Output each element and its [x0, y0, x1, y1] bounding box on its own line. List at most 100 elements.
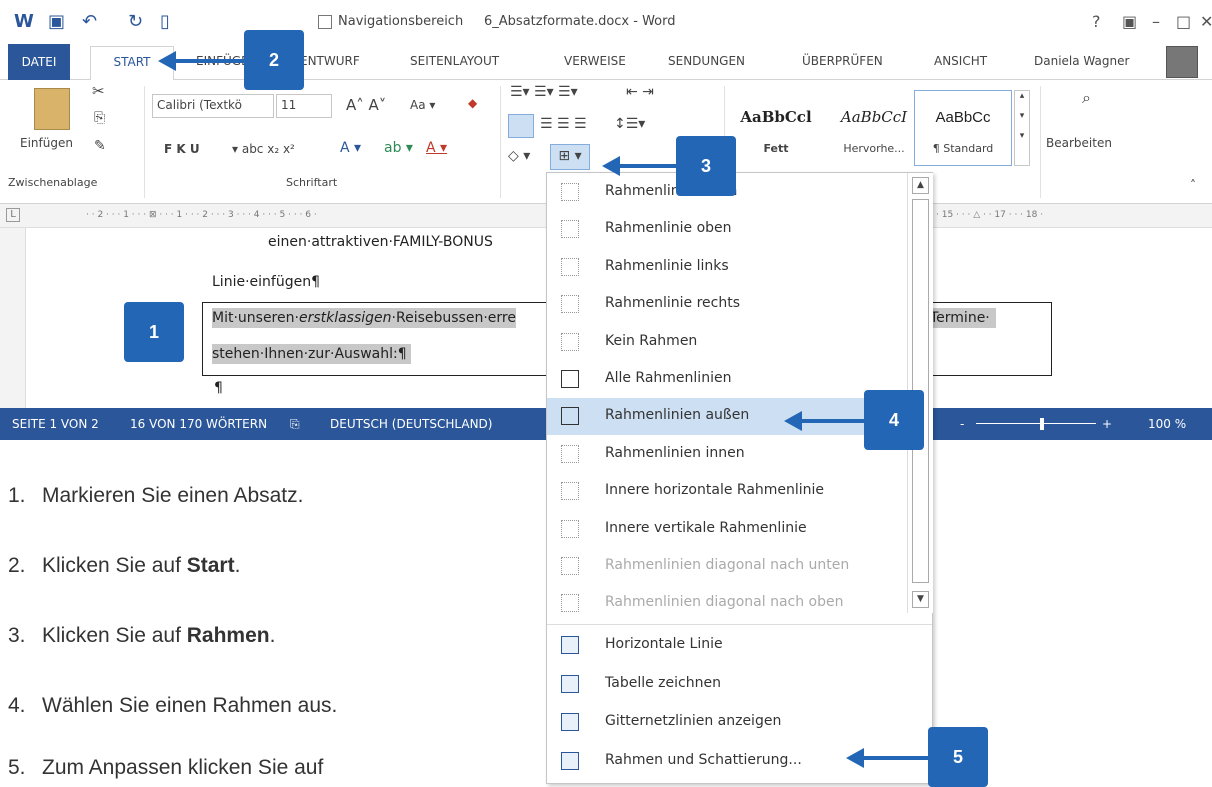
style-fett[interactable]: AaBbCcl Fett [728, 90, 824, 166]
menu-item-horizontale-linie[interactable]: Horizontale Linie [547, 627, 932, 664]
align-icons[interactable]: ☰ ☰ ☰ [540, 116, 587, 132]
menu-item-innere-horizontale-rahmenlinie[interactable]: Innere horizontale Rahmenlinie [547, 473, 907, 510]
tab-file[interactable]: DATEI [8, 44, 70, 80]
align-left-icon[interactable] [508, 114, 534, 138]
doc-line-4: stehen·Ihnen·zur·Auswahl:¶ [212, 344, 411, 364]
menu-item-innere-vertikale-rahmenlinie[interactable]: Innere vertikale Rahmenlinie [547, 511, 907, 548]
menu-item-label: Innere horizontale Rahmenlinie [605, 482, 825, 499]
tab-references[interactable]: VERWEISE [564, 54, 626, 68]
tab-review[interactable]: ÜBERPRÜFEN [802, 54, 883, 68]
indent-icon[interactable]: ⇤ ⇥ [626, 84, 654, 100]
status-words[interactable]: 16 VON 170 WÖRTERN [130, 417, 267, 431]
user-name[interactable]: Daniela Wagner [1034, 54, 1129, 68]
status-page[interactable]: SEITE 1 VON 2 [12, 417, 99, 431]
undo-icon[interactable]: ↶ [82, 11, 97, 32]
styles-scroll[interactable]: ▴ ▾ ▾ [1014, 90, 1030, 166]
instruction-step-5: 5. Zum Anpassen klicken Sie auf [8, 756, 323, 780]
maximize-icon[interactable]: □ [1176, 12, 1191, 31]
callout-1: 1 [124, 302, 184, 362]
status-language[interactable]: DEUTSCH (DEUTSCHLAND) [330, 417, 492, 431]
menu-item-rahmen-und-schattierung[interactable]: Rahmen und Schattierung... [547, 743, 932, 780]
text-effects-icon[interactable]: A ▾ [340, 140, 361, 156]
strikethrough-icon[interactable]: ▾ abc x₂ x² [232, 142, 295, 156]
menu-item-label: Rahmenlinien diagonal nach oben [605, 594, 844, 611]
zoom-level[interactable]: 100 % [1148, 417, 1186, 431]
outside-borders-icon [561, 407, 579, 426]
bullets-icon[interactable]: ☰▾ ☰▾ ☰▾ [510, 84, 578, 100]
clear-format-icon[interactable]: ◆ [468, 96, 477, 110]
scroll-up-icon[interactable]: ▲ [912, 177, 929, 194]
border-left-icon [561, 257, 579, 276]
change-case-icon[interactable]: Aa ▾ [410, 98, 435, 112]
nav-checkbox[interactable] [318, 15, 332, 29]
zoom-out-icon[interactable]: - [960, 417, 964, 431]
menu-item-label: Gitternetzlinien anzeigen [605, 713, 782, 729]
tab-selector-icon[interactable]: L [6, 208, 20, 222]
menu-item-rahmenlinie-links[interactable]: Rahmenlinie links [547, 249, 907, 286]
step-text: Markieren Sie einen Absatz. [42, 484, 304, 507]
help-icon[interactable]: ? [1092, 12, 1101, 31]
cut-icon[interactable]: ✂ [92, 82, 105, 100]
tab-layout[interactable]: SEITENLAYOUT [410, 54, 499, 68]
proofing-icon[interactable]: ⎘ [290, 417, 300, 432]
highlight-icon[interactable]: ab ▾ [384, 140, 413, 156]
paste-label[interactable]: Einfügen [20, 136, 73, 150]
zoom-slider[interactable] [976, 423, 1096, 424]
zoom-thumb[interactable] [1040, 418, 1044, 430]
line-spacing-icon[interactable]: ↕☰▾ [614, 116, 645, 132]
menu-item-label: Rahmen und Schattierung... [605, 751, 802, 768]
find-icon[interactable]: ⌕ [1082, 88, 1091, 108]
tab-view[interactable]: ANSICHT [934, 54, 987, 68]
redo-icon[interactable]: ↻ [128, 11, 143, 32]
zoom-in-icon[interactable]: + [1102, 417, 1112, 431]
step-number: 5. [8, 756, 26, 779]
menu-item-label: Rahmenlinien außen [605, 407, 750, 424]
instruction-step-3: 3. Klicken Sie auf Rahmen. [8, 624, 275, 648]
shading-icon[interactable]: ◇ ▾ [508, 148, 530, 164]
font-name-select[interactable]: Calibri (Textkö [152, 94, 274, 118]
copy-icon[interactable]: ⎘ [94, 110, 105, 126]
menu-item-rahmenlinien-innen[interactable]: Rahmenlinien innen [547, 436, 907, 473]
save-icon[interactable]: ▣ [48, 11, 65, 32]
step-number: 4. [8, 694, 26, 717]
menu-item-label: Rahmenlinien innen [605, 444, 745, 461]
instruction-step-4: 4. Wählen Sie einen Rahmen aus. [8, 694, 337, 718]
doc-line-5: ¶ [214, 380, 223, 396]
borders-button[interactable]: ⊞ ▾ [550, 144, 590, 170]
step-text: Klicken Sie auf [42, 554, 187, 577]
grow-font-icon[interactable]: A˄ A˅ [346, 96, 386, 114]
menu-item-tabelle-zeichnen[interactable]: Tabelle zeichnen [547, 666, 932, 703]
border-bottom-icon [561, 183, 579, 201]
collapse-ribbon-icon[interactable]: ˄ [1190, 178, 1196, 192]
close-icon[interactable]: ✕ [1200, 12, 1212, 31]
step-end: . [234, 554, 241, 577]
menu-item-rahmenlinien-außen[interactable]: Rahmenlinien außen [547, 398, 907, 436]
ribbon-display-icon[interactable]: ▣ [1122, 12, 1137, 31]
step-text: Klicken Sie auf [42, 624, 187, 647]
font-size-select[interactable]: 11 [276, 94, 332, 118]
format-painter-icon[interactable]: ✎ [94, 138, 106, 154]
menu-item-kein-rahmen[interactable]: Kein Rahmen [547, 324, 907, 361]
scroll-down-icon[interactable]: ▼ [912, 591, 929, 608]
menu-item-rahmenlinie-oben[interactable]: Rahmenlinie oben [547, 211, 907, 248]
font-group-label: Schriftart [286, 176, 338, 189]
paste-icon[interactable] [34, 88, 70, 130]
vertical-ruler [0, 228, 26, 408]
minimize-icon[interactable]: – [1152, 12, 1160, 31]
menu-item-label: Innere vertikale Rahmenlinie [605, 519, 807, 536]
word-logo-icon: W [14, 11, 34, 32]
font-color-icon[interactable]: A ▾ [426, 140, 447, 156]
menu-item-alle-rahmenlinien[interactable]: Alle Rahmenlinien [547, 361, 907, 398]
menu-item-label: Alle Rahmenlinien [605, 370, 732, 386]
avatar[interactable] [1166, 46, 1198, 78]
tab-mailings[interactable]: SENDUNGEN [668, 54, 745, 68]
new-doc-icon[interactable]: ▯ [160, 11, 170, 32]
step-text: Wählen Sie einen Rahmen aus. [42, 694, 338, 717]
tab-design[interactable]: ENTWURF [300, 54, 360, 68]
menu-item-rahmenlinie-rechts[interactable]: Rahmenlinie rechts [547, 286, 907, 323]
style-standard[interactable]: AaBbCc ¶ Standard [914, 90, 1012, 166]
style-hervorhebung[interactable]: AaBbCcI Hervorhe... [826, 90, 922, 166]
edit-label[interactable]: Bearbeiten [1046, 136, 1112, 150]
format-buttons[interactable]: F K U [164, 142, 200, 156]
menu-item-gitternetzlinien-anzeigen[interactable]: Gitternetzlinien anzeigen [547, 704, 932, 741]
